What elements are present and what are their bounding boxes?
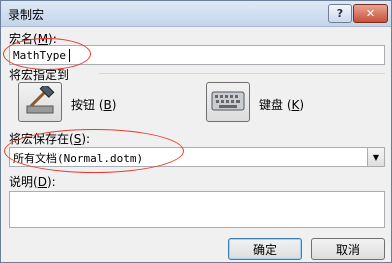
cancel-button[interactable]: 取消 [311, 238, 385, 260]
assign-macro-label: 将宏指定到 [9, 68, 70, 82]
hammer-toolbar-icon [24, 82, 56, 119]
store-in-selected-value: 所有文档(Normal.dotm) [13, 152, 144, 165]
window-title: 录制宏 [8, 8, 45, 22]
keyboard-option-prefix: 键盘 ( [259, 98, 292, 112]
dropdown-arrow-icon[interactable]: ▼ [367, 148, 384, 166]
macro-name-label-key: M [37, 32, 49, 46]
help-button[interactable]: ? [328, 4, 352, 23]
description-suffix: ): [46, 175, 56, 189]
macro-name-value: MathType [13, 49, 66, 62]
macro-name-label-suffix: ): [48, 32, 57, 46]
store-in-prefix: 将宏保存在( [9, 132, 74, 146]
text-caret [69, 49, 70, 62]
assign-to-button-button[interactable] [18, 82, 62, 122]
assign-to-keyboard-button[interactable] [206, 82, 250, 122]
record-macro-dialog: 录制宏 ? ✕ 宏名(M): MathType 将宏指定到 按钮 (B) 键盘 … [0, 0, 392, 263]
close-button[interactable]: ✕ [353, 4, 388, 23]
store-in-label: 将宏保存在(S): [9, 130, 90, 147]
description-label: 说明(D): [9, 173, 56, 190]
title-bar[interactable]: 录制宏 ? ✕ [1, 1, 391, 27]
store-in-select[interactable]: 所有文档(Normal.dotm) ▼ [9, 147, 385, 167]
button-option-suffix: ) [111, 98, 117, 112]
description-prefix: 说明( [9, 175, 38, 189]
button-option-key: B [103, 98, 112, 112]
button-option-prefix: 按钮 ( [71, 98, 104, 112]
ok-button[interactable]: 确定 [228, 238, 302, 260]
button-option-label: 按钮 (B) [71, 96, 116, 113]
macro-name-input[interactable]: MathType [9, 45, 385, 65]
keyboard-option-suffix: ) [299, 98, 305, 112]
description-textarea[interactable] [9, 191, 385, 228]
description-key: D [37, 175, 47, 189]
keyboard-icon [211, 89, 245, 116]
store-in-suffix: ): [81, 132, 91, 146]
macro-name-label-prefix: 宏名( [9, 32, 38, 46]
assign-group-divider [99, 73, 385, 74]
keyboard-option-label: 键盘 (K) [259, 96, 304, 113]
